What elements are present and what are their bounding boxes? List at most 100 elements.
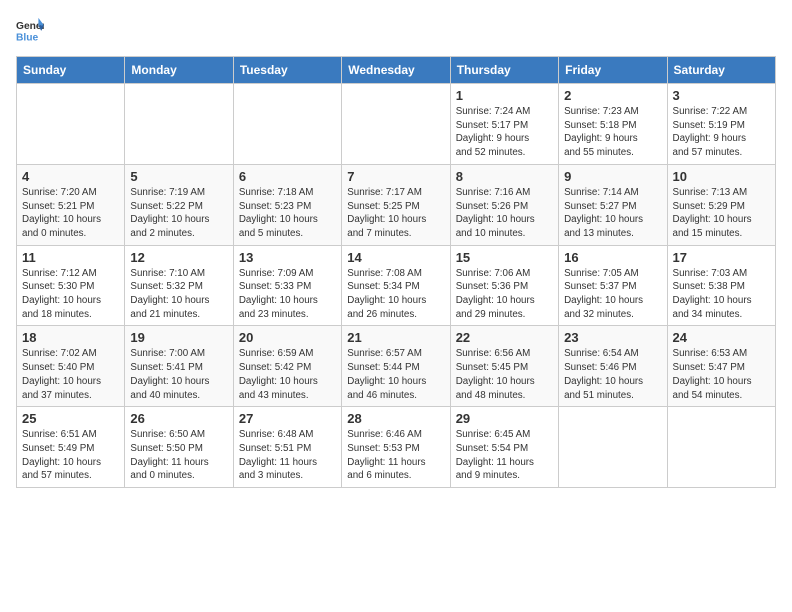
calendar-cell: 3 Sunrise: 7:22 AMSunset: 5:19 PMDaylight… <box>667 84 775 165</box>
calendar-cell: 17 Sunrise: 7:03 AMSunset: 5:38 PMDayligh… <box>667 245 775 326</box>
calendar-cell: 11 Sunrise: 7:12 AMSunset: 5:30 PMDayligh… <box>17 245 125 326</box>
day-info: Sunrise: 7:06 AMSunset: 5:36 PMDaylight:… <box>456 267 553 322</box>
calendar-cell: 2Sunrise: 7:23 AMSunset: 5:18 PMDaylight… <box>559 84 667 165</box>
day-number: 7 <box>347 169 444 184</box>
day-info: Sunrise: 7:13 AMSunset: 5:29 PMDaylight:… <box>673 186 770 241</box>
weekday-header-row: SundayMondayTuesdayWednesdayThursdayFrid… <box>17 57 776 84</box>
day-info: Sunrise: 7:20 AMSunset: 5:21 PMDaylight:… <box>22 186 119 241</box>
day-number: 2 <box>564 88 661 103</box>
day-number: 10 <box>673 169 770 184</box>
day-number: 27 <box>239 411 336 426</box>
day-number: 9 <box>564 169 661 184</box>
calendar-cell: 13Sunrise: 7:09 AMSunset: 5:33 PMDayligh… <box>233 245 341 326</box>
day-number: 26 <box>130 411 227 426</box>
day-number: 12 <box>130 250 227 265</box>
day-info: Sunrise: 6:48 AMSunset: 5:51 PMDaylight:… <box>239 428 336 483</box>
calendar-header: SundayMondayTuesdayWednesdayThursdayFrid… <box>17 57 776 84</box>
calendar-cell: 19 Sunrise: 7:00 AMSunset: 5:41 PMDayligh… <box>125 326 233 407</box>
day-number: 8 <box>456 169 553 184</box>
day-info: Sunrise: 7:03 AMSunset: 5:38 PMDaylight:… <box>673 267 770 322</box>
weekday-header-friday: Friday <box>559 57 667 84</box>
day-info: Sunrise: 6:53 AMSunset: 5:47 PMDaylight:… <box>673 347 770 402</box>
day-number: 3 <box>673 88 770 103</box>
calendar-cell: 26 Sunrise: 6:50 AMSunset: 5:50 PMDayligh… <box>125 407 233 488</box>
day-number: 23 <box>564 330 661 345</box>
calendar-cell: 14Sunrise: 7:08 AMSunset: 5:34 PMDayligh… <box>342 245 450 326</box>
calendar-body: 1 Sunrise: 7:24 AMSunset: 5:17 PMDaylight… <box>17 84 776 488</box>
day-info: Sunrise: 7:19 AMSunset: 5:22 PMDaylight:… <box>130 186 227 241</box>
calendar-cell: 24 Sunrise: 6:53 AMSunset: 5:47 PMDayligh… <box>667 326 775 407</box>
calendar-cell: 21Sunrise: 6:57 AMSunset: 5:44 PMDayligh… <box>342 326 450 407</box>
day-info: Sunrise: 6:46 AMSunset: 5:53 PMDaylight:… <box>347 428 444 483</box>
week-row-2: 4Sunrise: 7:20 AMSunset: 5:21 PMDaylight… <box>17 164 776 245</box>
day-number: 17 <box>673 250 770 265</box>
weekday-header-sunday: Sunday <box>17 57 125 84</box>
calendar-cell: 18 Sunrise: 7:02 AMSunset: 5:40 PMDayligh… <box>17 326 125 407</box>
day-info: Sunrise: 7:16 AMSunset: 5:26 PMDaylight:… <box>456 186 553 241</box>
day-number: 16 <box>564 250 661 265</box>
week-row-1: 1 Sunrise: 7:24 AMSunset: 5:17 PMDaylight… <box>17 84 776 165</box>
calendar-cell: 28 Sunrise: 6:46 AMSunset: 5:53 PMDayligh… <box>342 407 450 488</box>
day-number: 29 <box>456 411 553 426</box>
weekday-header-wednesday: Wednesday <box>342 57 450 84</box>
day-info: Sunrise: 7:14 AMSunset: 5:27 PMDaylight:… <box>564 186 661 241</box>
logo-icon: General Blue <box>16 16 44 44</box>
day-info: Sunrise: 6:45 AMSunset: 5:54 PMDaylight:… <box>456 428 553 483</box>
calendar-cell: 12 Sunrise: 7:10 AMSunset: 5:32 PMDayligh… <box>125 245 233 326</box>
calendar-cell <box>342 84 450 165</box>
calendar-cell: 29 Sunrise: 6:45 AMSunset: 5:54 PMDayligh… <box>450 407 558 488</box>
day-number: 11 <box>22 250 119 265</box>
calendar-cell: 20 Sunrise: 6:59 AMSunset: 5:42 PMDayligh… <box>233 326 341 407</box>
day-number: 19 <box>130 330 227 345</box>
week-row-5: 25 Sunrise: 6:51 AMSunset: 5:49 PMDayligh… <box>17 407 776 488</box>
day-info: Sunrise: 7:09 AMSunset: 5:33 PMDaylight:… <box>239 267 336 322</box>
weekday-header-monday: Monday <box>125 57 233 84</box>
calendar-cell: 25 Sunrise: 6:51 AMSunset: 5:49 PMDayligh… <box>17 407 125 488</box>
day-info: Sunrise: 7:10 AMSunset: 5:32 PMDaylight:… <box>130 267 227 322</box>
day-info: Sunrise: 6:57 AMSunset: 5:44 PMDaylight:… <box>347 347 444 402</box>
calendar-cell: 22Sunrise: 6:56 AMSunset: 5:45 PMDayligh… <box>450 326 558 407</box>
svg-text:Blue: Blue <box>16 32 39 43</box>
day-info: Sunrise: 7:05 AMSunset: 5:37 PMDaylight:… <box>564 267 661 322</box>
calendar-cell <box>667 407 775 488</box>
calendar-cell: 4Sunrise: 7:20 AMSunset: 5:21 PMDaylight… <box>17 164 125 245</box>
day-info: Sunrise: 7:18 AMSunset: 5:23 PMDaylight:… <box>239 186 336 241</box>
day-number: 28 <box>347 411 444 426</box>
calendar-cell: 16 Sunrise: 7:05 AMSunset: 5:37 PMDayligh… <box>559 245 667 326</box>
day-number: 22 <box>456 330 553 345</box>
calendar-table: SundayMondayTuesdayWednesdayThursdayFrid… <box>16 56 776 488</box>
day-number: 15 <box>456 250 553 265</box>
calendar-cell <box>125 84 233 165</box>
day-number: 25 <box>22 411 119 426</box>
day-number: 6 <box>239 169 336 184</box>
day-number: 5 <box>130 169 227 184</box>
day-info: Sunrise: 6:50 AMSunset: 5:50 PMDaylight:… <box>130 428 227 483</box>
day-number: 18 <box>22 330 119 345</box>
calendar-cell: 1 Sunrise: 7:24 AMSunset: 5:17 PMDaylight… <box>450 84 558 165</box>
weekday-header-saturday: Saturday <box>667 57 775 84</box>
day-info: Sunrise: 7:12 AMSunset: 5:30 PMDaylight:… <box>22 267 119 322</box>
calendar-cell: 15 Sunrise: 7:06 AMSunset: 5:36 PMDayligh… <box>450 245 558 326</box>
day-info: Sunrise: 7:17 AMSunset: 5:25 PMDaylight:… <box>347 186 444 241</box>
day-info: Sunrise: 7:22 AMSunset: 5:19 PMDaylight:… <box>673 105 770 160</box>
calendar-cell <box>17 84 125 165</box>
day-info: Sunrise: 7:24 AMSunset: 5:17 PMDaylight:… <box>456 105 553 160</box>
day-number: 1 <box>456 88 553 103</box>
weekday-header-thursday: Thursday <box>450 57 558 84</box>
header: General Blue <box>16 16 776 44</box>
day-info: Sunrise: 6:59 AMSunset: 5:42 PMDaylight:… <box>239 347 336 402</box>
calendar-cell <box>559 407 667 488</box>
calendar-cell: 23Sunrise: 6:54 AMSunset: 5:46 PMDayligh… <box>559 326 667 407</box>
weekday-header-tuesday: Tuesday <box>233 57 341 84</box>
calendar-cell: 5 Sunrise: 7:19 AMSunset: 5:22 PMDaylight… <box>125 164 233 245</box>
day-info: Sunrise: 7:08 AMSunset: 5:34 PMDaylight:… <box>347 267 444 322</box>
calendar-cell: 27 Sunrise: 6:48 AMSunset: 5:51 PMDayligh… <box>233 407 341 488</box>
calendar-cell: 10 Sunrise: 7:13 AMSunset: 5:29 PMDayligh… <box>667 164 775 245</box>
day-number: 24 <box>673 330 770 345</box>
day-info: Sunrise: 7:00 AMSunset: 5:41 PMDaylight:… <box>130 347 227 402</box>
day-info: Sunrise: 7:02 AMSunset: 5:40 PMDaylight:… <box>22 347 119 402</box>
calendar-cell: 7 Sunrise: 7:17 AMSunset: 5:25 PMDaylight… <box>342 164 450 245</box>
day-number: 20 <box>239 330 336 345</box>
week-row-4: 18 Sunrise: 7:02 AMSunset: 5:40 PMDayligh… <box>17 326 776 407</box>
day-info: Sunrise: 6:51 AMSunset: 5:49 PMDaylight:… <box>22 428 119 483</box>
